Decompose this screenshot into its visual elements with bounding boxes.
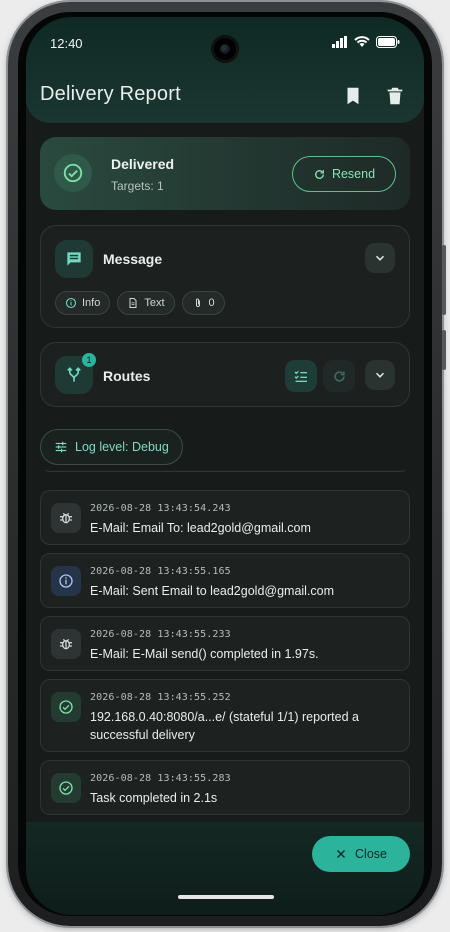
log-message: 192.168.0.40:8080/a...e/ (stateful 1/1) … [90, 710, 359, 742]
battery-icon [376, 36, 400, 48]
log-timestamp: 2026-08-28 13:43:55.283 [90, 773, 231, 784]
chip-attachments-label: 0 [208, 297, 215, 309]
close-label: Close [355, 847, 387, 861]
tune-icon [55, 441, 67, 453]
log-timestamp: 2026-08-28 13:43:55.252 [90, 692, 231, 703]
resend-label: Resend [331, 167, 376, 181]
routes-section-title: Routes [103, 368, 151, 384]
bug-icon [51, 629, 81, 659]
delivery-status-card: Delivered Targets: 1 Resend [40, 137, 410, 210]
chevron-down-icon [375, 372, 385, 378]
close-button[interactable]: Close [312, 836, 410, 872]
log-level-filter[interactable]: Log level: Debug [40, 429, 183, 465]
bookmark-icon[interactable] [342, 85, 364, 107]
power-button [442, 330, 446, 370]
wifi-icon [354, 36, 370, 47]
log-list[interactable]: 2026-08-28 13:43:54.243 E-Mail: Email To… [40, 470, 410, 822]
refresh-icon [333, 370, 345, 382]
log-item-partial [40, 470, 410, 472]
log-timestamp: 2026-08-28 13:43:54.243 [90, 503, 231, 514]
checklist-icon [294, 370, 307, 382]
chip-text-label: Text [144, 297, 165, 309]
status-bar: 12:40 [26, 17, 424, 67]
chip-info[interactable]: Info [55, 291, 111, 315]
retry-routes-button[interactable] [323, 360, 355, 392]
chip-attachments[interactable]: 0 [181, 291, 225, 315]
select-all-button[interactable] [285, 360, 317, 392]
message-chips: Info Text 0 [55, 291, 225, 315]
log-level-label: Log level: Debug [75, 440, 169, 454]
bug-icon [51, 503, 81, 533]
app-screen: Delivery Report 12:40 Delivered Targets:… [26, 17, 424, 915]
log-item: 2026-08-28 13:43:55.165 E-Mail: Sent Ema… [40, 553, 410, 608]
info-icon [65, 297, 77, 309]
log-message: E-Mail: Email To: lead2gold@gmail.com [90, 521, 311, 535]
message-icon [55, 240, 93, 278]
targets-count: Targets: 1 [111, 179, 164, 193]
chevron-down-icon [375, 255, 385, 261]
check-circle-icon [51, 773, 81, 803]
routes-count-badge: 1 [82, 353, 96, 367]
log-timestamp: 2026-08-28 13:43:55.233 [90, 629, 231, 640]
check-circle-icon [51, 692, 81, 722]
front-camera [211, 35, 239, 63]
routes-section: 1 Routes [40, 342, 410, 407]
log-item: 2026-08-28 13:43:55.233 E-Mail: E-Mail s… [40, 616, 410, 671]
resend-button[interactable]: Resend [292, 156, 396, 192]
delivery-status: Delivered [111, 156, 175, 172]
message-expand-button[interactable] [365, 243, 395, 273]
page-title: Delivery Report [40, 83, 181, 105]
bottom-action-bar: Close [26, 822, 424, 915]
chip-text[interactable]: Text [117, 291, 175, 315]
home-indicator[interactable] [178, 895, 274, 899]
signal-icon [332, 36, 347, 48]
check-circle-icon [54, 154, 92, 192]
log-message: E-Mail: E-Mail send() completed in 1.97s… [90, 647, 319, 661]
log-item: 2026-08-28 13:43:55.283 Task completed i… [40, 760, 410, 815]
refresh-icon [315, 169, 324, 179]
attachment-icon [195, 298, 200, 307]
info-icon [51, 566, 81, 596]
close-icon [337, 850, 346, 858]
message-section-title: Message [103, 251, 163, 267]
volume-button [442, 245, 446, 315]
log-message: Task completed in 2.1s [90, 791, 218, 805]
log-message: E-Mail: Sent Email to lead2gold@gmail.co… [90, 584, 335, 598]
log-item: 2026-08-28 13:43:55.252 192.168.0.40:808… [40, 679, 410, 752]
status-icons [332, 36, 400, 48]
log-timestamp: 2026-08-28 13:43:55.165 [90, 566, 231, 577]
document-icon [129, 298, 137, 308]
trash-icon[interactable] [384, 85, 406, 107]
log-item: 2026-08-28 13:43:54.243 E-Mail: Email To… [40, 490, 410, 545]
status-time: 12:40 [50, 36, 83, 51]
chip-info-label: Info [82, 297, 101, 309]
message-section: Message Info Text 0 [40, 225, 410, 328]
routes-expand-button[interactable] [365, 360, 395, 390]
